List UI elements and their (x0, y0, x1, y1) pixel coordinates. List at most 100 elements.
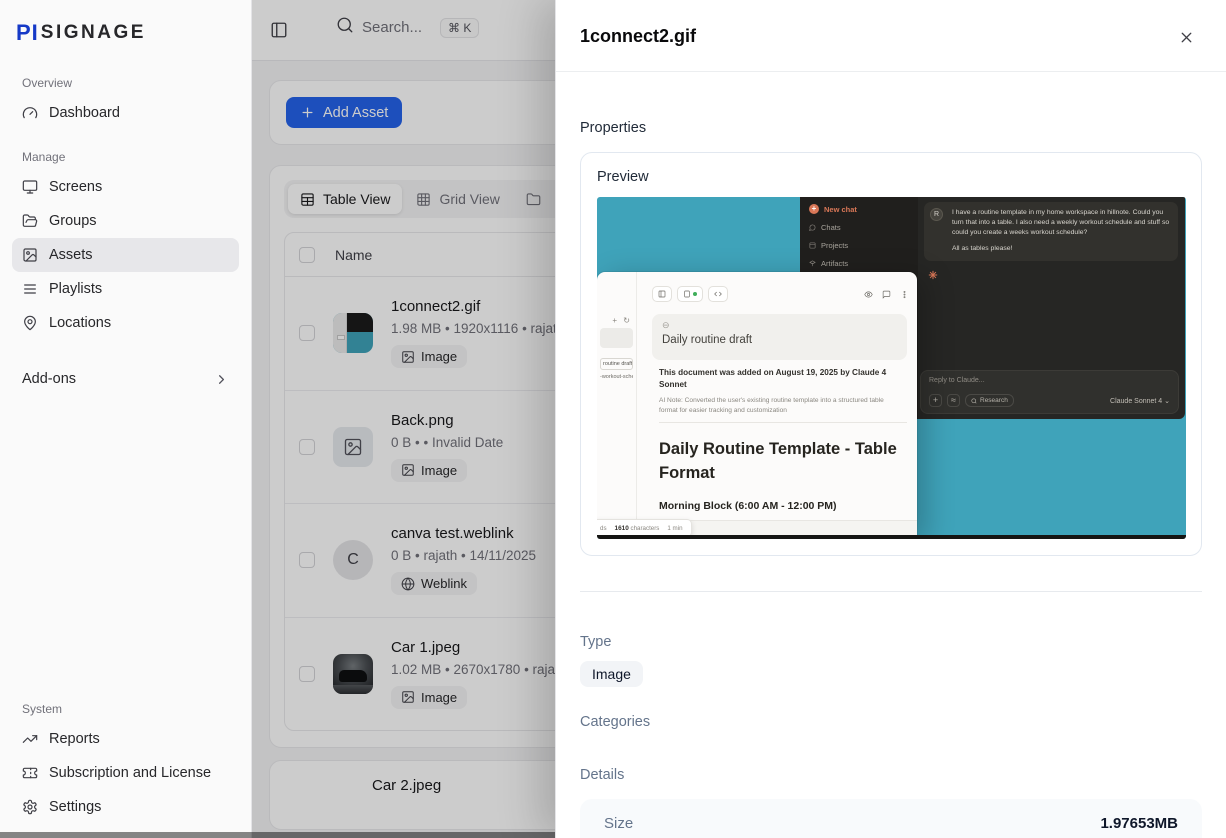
sidebar: PI SIGNAGE Overview Dashboard Manage Scr… (0, 0, 252, 838)
reply-placeholder: Reply to Claude... (929, 377, 1170, 384)
drawer-title: 1connect2.gif (580, 26, 1202, 47)
sidebar-item-dashboard[interactable]: Dashboard (12, 96, 239, 130)
file-item: routine draft (600, 358, 633, 370)
monitor-icon (22, 179, 38, 195)
chevron-right-icon (214, 372, 229, 387)
doc-title: Daily routine draft (662, 334, 897, 346)
stat-words-partial: ds (600, 525, 607, 532)
plus-icon: + (929, 394, 942, 407)
kebab-menu-icon (900, 290, 909, 299)
details-size-row: Size 1.97653MB (604, 815, 1178, 832)
sheet-overlay[interactable] (252, 0, 555, 838)
gauge-icon (22, 105, 38, 121)
sidebar-item-label: Groups (49, 213, 97, 229)
preview-file-panel: + ↻ routine draft -workout-sche... (597, 272, 637, 539)
user-message-text: I have a routine template in my home wor… (952, 208, 1170, 239)
preview-card: Preview + New chat Chats (580, 152, 1202, 556)
sidebar-item-playlists[interactable]: Playlists (12, 272, 239, 306)
drawer-body: Properties Preview + New chat (556, 120, 1226, 838)
preview-user-message: R I have a routine template in my home w… (924, 202, 1178, 261)
preview-image: + New chat Chats Projects (597, 197, 1186, 539)
gear-icon (22, 799, 38, 815)
file-panel-tools: + ↻ (612, 316, 632, 325)
reply-toolbar: + ≈ Research Claude Sonnet 4 ⌄ (929, 394, 1170, 407)
preview-doc-window: + ↻ routine draft -workout-sche... (597, 272, 917, 539)
preview-nav-chats: Chats (809, 223, 909, 232)
research-chip: Research (965, 394, 1014, 407)
plus-circle-icon: + (809, 204, 819, 214)
pages-icon (677, 286, 703, 302)
box-icon (809, 242, 816, 249)
brand-pi-mark: PI (16, 20, 39, 46)
categories-label: Categories (580, 714, 1202, 730)
preview-bottom-strip (597, 535, 1186, 539)
file-item: -workout-sche... (600, 374, 633, 380)
doc-title-card: ⊖ Daily routine draft (652, 314, 907, 360)
claude-spark-icon (928, 267, 938, 285)
sidebar-item-settings[interactable]: Settings (12, 790, 239, 824)
sidebar-section-system: System Reports Subscription and License … (12, 682, 239, 824)
sidebar-item-assets[interactable]: Assets (12, 238, 239, 272)
green-dot (693, 292, 697, 296)
comment-icon (882, 290, 891, 299)
sidebar-item-subscription[interactable]: Subscription and License (12, 756, 239, 790)
sidebar-item-label: Subscription and License (49, 765, 211, 781)
list-icon (22, 281, 38, 297)
doc-emoji-icon: ⊖ (662, 320, 897, 331)
sidebar-item-label: Assets (49, 247, 93, 263)
sidebar-item-label: Settings (49, 799, 101, 815)
sidebar-section-overview: Overview Dashboard Manage Screens Groups… (0, 76, 251, 340)
user-avatar: R (930, 208, 943, 221)
doc-toolbar (652, 286, 909, 302)
panel-icon (652, 286, 672, 302)
sidebar-item-label: Reports (49, 731, 100, 747)
folder-open-icon (22, 213, 38, 229)
type-label: Type (580, 634, 1202, 650)
size-label: Size (604, 815, 633, 832)
message-circle-icon (809, 224, 816, 231)
close-button[interactable] (1178, 29, 1196, 47)
code-icon (708, 286, 728, 302)
section-label-system: System (12, 702, 239, 716)
map-pin-icon (22, 315, 38, 331)
model-selector: Claude Sonnet 4 ⌄ (1110, 397, 1170, 405)
preview-nav-label: Projects (821, 241, 848, 250)
user-message-text: All as tables please! (952, 244, 1170, 254)
sidebar-item-addons[interactable]: Add-ons (12, 362, 239, 396)
image-icon (22, 247, 38, 263)
trending-up-icon (22, 731, 38, 747)
sidebar-item-locations[interactable]: Locations (12, 306, 239, 340)
sliders-icon: ≈ (947, 394, 960, 407)
type-value-badge: Image (580, 661, 643, 687)
eye-icon (864, 290, 873, 299)
preview-new-chat-label: New chat (824, 205, 857, 214)
section-divider (580, 591, 1202, 592)
properties-heading: Properties (580, 120, 1202, 136)
stat-characters: 1610 characters (615, 525, 660, 532)
app-root: PI SIGNAGE Overview Dashboard Manage Scr… (0, 0, 1226, 838)
sidebar-item-screens[interactable]: Screens (12, 170, 239, 204)
sidebar-item-label: Playlists (49, 281, 102, 297)
drawer-header: 1connect2.gif (556, 0, 1226, 72)
stat-read-time: 1 min (667, 525, 682, 532)
doc-divider (659, 422, 907, 423)
preview-nav-label: Chats (821, 223, 841, 232)
sheet-overlay-bottom (0, 832, 555, 838)
details-label: Details (580, 767, 1202, 783)
doc-heading: Daily Routine Template - Table Format (659, 438, 911, 486)
preview-reply-box: Reply to Claude... + ≈ Research Claude S… (920, 370, 1179, 414)
addons-label: Add-ons (22, 371, 76, 387)
doc-ai-note: AI Note: Converted the user's existing r… (659, 396, 897, 415)
preview-nav-label: Artifacts (821, 259, 848, 268)
preview-heading: Preview (597, 169, 1185, 185)
doc-subheading: Morning Block (6:00 AM - 12:00 PM) (659, 500, 837, 512)
doc-added-line: This document was added on August 19, 20… (659, 367, 901, 392)
sidebar-item-reports[interactable]: Reports (12, 722, 239, 756)
search-icon (971, 398, 977, 404)
asset-details-drawer: 1connect2.gif Properties Preview + New c… (555, 0, 1226, 838)
brand-name: SIGNAGE (41, 22, 146, 44)
research-label: Research (980, 397, 1008, 404)
sidebar-item-groups[interactable]: Groups (12, 204, 239, 238)
brand-logo: PI SIGNAGE (0, 0, 251, 46)
file-selected-block (600, 328, 633, 348)
